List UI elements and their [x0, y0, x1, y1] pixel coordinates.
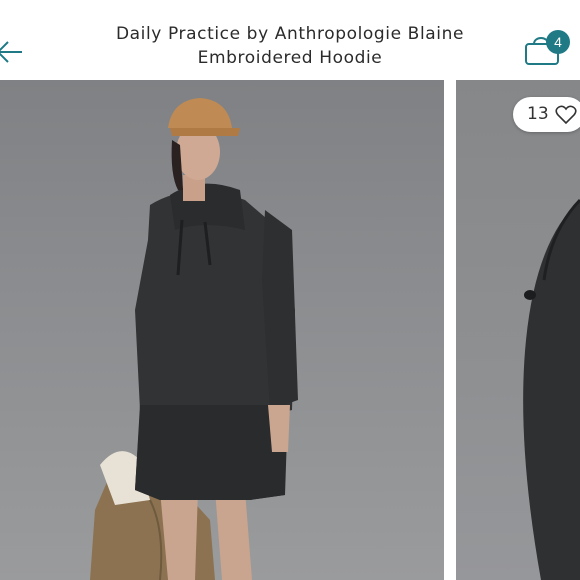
header-bar: Daily Practice by Anthropologie Blaine E…	[0, 0, 580, 80]
back-button[interactable]	[0, 32, 24, 72]
arrow-left-icon	[0, 41, 22, 63]
model-illustration	[90, 98, 298, 580]
product-title: Daily Practice by Anthropologie Blaine E…	[100, 22, 480, 70]
product-title-line1: Daily Practice by Anthropologie Blaine	[115, 24, 465, 44]
heart-outline-icon	[555, 105, 577, 125]
like-count: 13	[527, 104, 549, 124]
like-counter-button[interactable]: 13	[513, 97, 580, 132]
cart-count-badge: 4	[546, 30, 570, 54]
product-photo-main[interactable]	[0, 80, 444, 580]
product-title-line2: Embroidered Hoodie	[197, 48, 383, 68]
product-photo-secondary[interactable]	[456, 80, 580, 580]
fabric-closeup	[523, 198, 580, 580]
